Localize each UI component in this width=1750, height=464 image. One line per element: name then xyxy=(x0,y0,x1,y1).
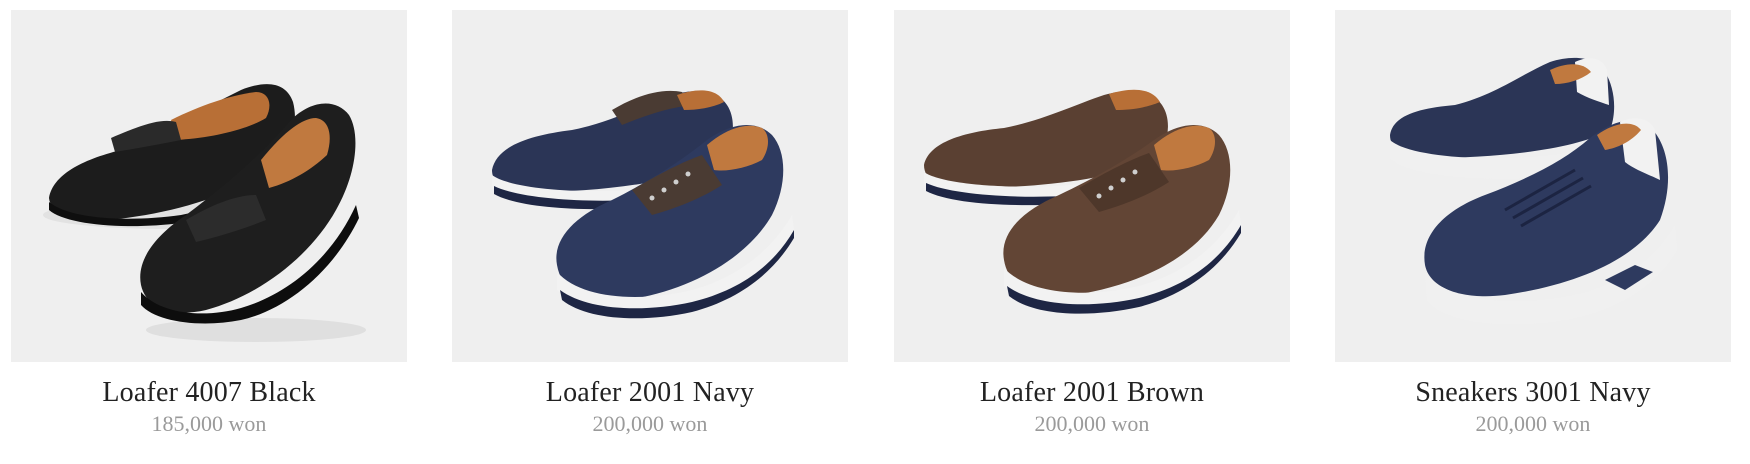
product-card-loafer-2001-navy[interactable]: Loafer 2001 Navy 200,000 won xyxy=(452,10,848,440)
black-loafer-shoes-icon xyxy=(43,84,366,342)
product-name[interactable]: Loafer 2001 Brown xyxy=(894,377,1290,409)
product-card-loafer-2001-brown[interactable]: Loafer 2001 Brown 200,000 won xyxy=(894,10,1290,440)
product-name[interactable]: Sneakers 3001 Navy xyxy=(1335,377,1731,409)
navy-lace-up-shoes-icon xyxy=(492,90,794,319)
product-price: 200,000 won xyxy=(592,411,708,436)
product-price: 185,000 won xyxy=(151,411,267,436)
product-grid: Loafer 4007 Black 185,000 won Loafer 200… xyxy=(11,10,1739,440)
product-image[interactable] xyxy=(894,10,1290,362)
product-name[interactable]: Loafer 2001 Navy xyxy=(452,377,848,409)
brown-lace-up-shoes-icon xyxy=(924,89,1241,314)
product-card-sneakers-3001-navy[interactable]: Sneakers 3001 Navy 200,000 won xyxy=(1335,10,1731,440)
product-name[interactable]: Loafer 4007 Black xyxy=(11,377,407,409)
navy-sneakers-icon xyxy=(1390,57,1677,325)
product-image[interactable] xyxy=(1335,10,1731,362)
product-image[interactable] xyxy=(11,10,407,362)
product-price: 200,000 won xyxy=(1475,411,1591,436)
product-card-loafer-4007-black[interactable]: Loafer 4007 Black 185,000 won xyxy=(11,10,407,440)
product-price: 200,000 won xyxy=(1034,411,1150,436)
product-image[interactable] xyxy=(452,10,848,362)
